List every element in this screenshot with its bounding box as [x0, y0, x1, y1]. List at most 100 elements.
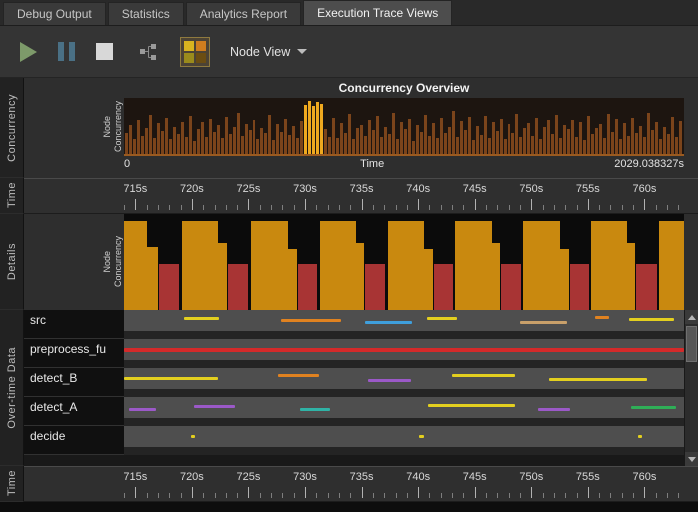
- histogram-bar: [149, 115, 152, 154]
- concurrency-block[interactable]: [356, 243, 364, 310]
- concurrency-block[interactable]: [320, 221, 356, 310]
- trace-segment[interactable]: [419, 435, 424, 438]
- row-track[interactable]: [124, 397, 684, 426]
- concurrency-block[interactable]: [218, 243, 227, 310]
- concurrency-block[interactable]: [501, 264, 521, 310]
- trace-segment[interactable]: [365, 321, 413, 324]
- pause-button[interactable]: [50, 36, 82, 68]
- ruler-tick: [396, 205, 397, 210]
- concurrency-block[interactable]: [455, 221, 491, 310]
- time-ruler-bottom[interactable]: 715s720s725s730s735s740s745s750s755s760s: [124, 467, 684, 501]
- trace-segment[interactable]: [595, 316, 610, 319]
- ruler-label: 720s: [180, 471, 204, 483]
- concurrency-block[interactable]: [388, 221, 424, 310]
- vertical-scrollbar[interactable]: [684, 310, 698, 466]
- trace-segment[interactable]: [638, 435, 643, 438]
- concurrency-overview-chart[interactable]: [124, 98, 684, 156]
- concurrency-block[interactable]: [627, 243, 635, 310]
- ruler-tick: [237, 493, 238, 498]
- concurrency-block[interactable]: [591, 221, 627, 310]
- trace-segment[interactable]: [538, 408, 570, 411]
- row-track[interactable]: [124, 339, 684, 368]
- ruler-tick: [452, 493, 453, 498]
- concurrency-block[interactable]: [365, 264, 385, 310]
- concurrency-block[interactable]: [492, 243, 500, 310]
- ruler-tick: [633, 493, 634, 498]
- concurrency-overview-section: Concurrency Overview Node Concurrency 0 …: [24, 78, 698, 178]
- concurrency-block[interactable]: [659, 221, 684, 310]
- trace-segment[interactable]: [129, 408, 156, 411]
- histogram-bar: [280, 132, 283, 154]
- row-track[interactable]: [124, 310, 684, 339]
- ruler-tick: [543, 205, 544, 210]
- trace-segment[interactable]: [191, 435, 196, 438]
- trace-segment[interactable]: [184, 317, 219, 320]
- concurrency-block[interactable]: [182, 221, 218, 310]
- trace-segment[interactable]: [549, 378, 646, 381]
- row-track[interactable]: [124, 426, 684, 455]
- histogram-bar: [679, 121, 682, 154]
- node-view-icon-button[interactable]: [180, 37, 210, 67]
- concurrency-block[interactable]: [288, 249, 297, 310]
- row-track[interactable]: [124, 368, 684, 397]
- concurrency-block[interactable]: [523, 221, 559, 310]
- trace-segment[interactable]: [452, 374, 515, 377]
- trace-segment[interactable]: [300, 408, 329, 411]
- play-button[interactable]: [12, 36, 44, 68]
- trace-segment[interactable]: [281, 319, 341, 322]
- details-concurrency-chart[interactable]: [124, 214, 684, 310]
- concurrency-block[interactable]: [251, 221, 288, 310]
- concurrency-block[interactable]: [570, 264, 589, 310]
- histogram-bar: [440, 118, 443, 154]
- concurrency-block[interactable]: [636, 264, 656, 310]
- histogram-bar: [260, 128, 263, 154]
- scroll-up-button[interactable]: [685, 310, 698, 324]
- ruler-tick: [599, 493, 600, 498]
- row-label-detect_B[interactable]: detect_B: [24, 368, 124, 397]
- scrollbar-thumb[interactable]: [686, 326, 697, 362]
- row-label-src[interactable]: src: [24, 310, 124, 339]
- stop-button[interactable]: [88, 36, 120, 68]
- trace-segment[interactable]: [124, 348, 684, 352]
- row-label-preprocess_fu[interactable]: preprocess_fu: [24, 339, 124, 368]
- trace-segment[interactable]: [278, 374, 319, 377]
- histogram-bar: [209, 119, 212, 154]
- ruler-tick: [418, 199, 419, 210]
- row-label-detect_A[interactable]: detect_A: [24, 397, 124, 426]
- concurrency-block[interactable]: [560, 249, 569, 310]
- concurrency-block[interactable]: [147, 247, 158, 310]
- histogram-bar: [631, 118, 634, 154]
- rail-label-details: Details: [6, 243, 18, 280]
- histogram-bar: [177, 134, 180, 154]
- trace-segment[interactable]: [629, 318, 674, 321]
- trace-segment[interactable]: [631, 406, 676, 409]
- concurrency-block[interactable]: [298, 264, 317, 310]
- row-label-decide[interactable]: decide: [24, 426, 124, 455]
- concurrency-block[interactable]: [424, 249, 433, 310]
- tab-execution-trace-views[interactable]: Execution Trace Views: [303, 0, 452, 25]
- tab-statistics[interactable]: Statistics: [108, 2, 184, 25]
- trace-segment[interactable]: [520, 321, 568, 324]
- trace-segment[interactable]: [368, 379, 411, 382]
- hierarchy-view-button[interactable]: [132, 36, 164, 68]
- trace-segment[interactable]: [194, 405, 235, 408]
- trace-segment[interactable]: [427, 317, 456, 320]
- trace-segment[interactable]: [428, 404, 515, 407]
- concurrency-block[interactable]: [124, 221, 147, 310]
- node-view-dropdown[interactable]: Node View: [224, 41, 313, 63]
- table-row: src: [24, 310, 684, 339]
- ruler-label: 760s: [632, 183, 656, 195]
- tab-analytics-report[interactable]: Analytics Report: [186, 2, 301, 25]
- tab-debug-output[interactable]: Debug Output: [3, 2, 106, 25]
- trace-segment[interactable]: [124, 377, 218, 380]
- histogram-bar: [543, 127, 546, 154]
- concurrency-block[interactable]: [159, 264, 179, 310]
- ruler-tick: [226, 205, 227, 210]
- time-ruler-top[interactable]: 715s720s725s730s735s740s745s750s755s760s: [124, 179, 684, 213]
- histogram-bar: [523, 128, 526, 154]
- scroll-down-button[interactable]: [685, 452, 698, 466]
- concurrency-block[interactable]: [228, 264, 248, 310]
- histogram-bar: [201, 122, 204, 154]
- concurrency-block[interactable]: [434, 264, 453, 310]
- histogram-bar: [539, 139, 542, 154]
